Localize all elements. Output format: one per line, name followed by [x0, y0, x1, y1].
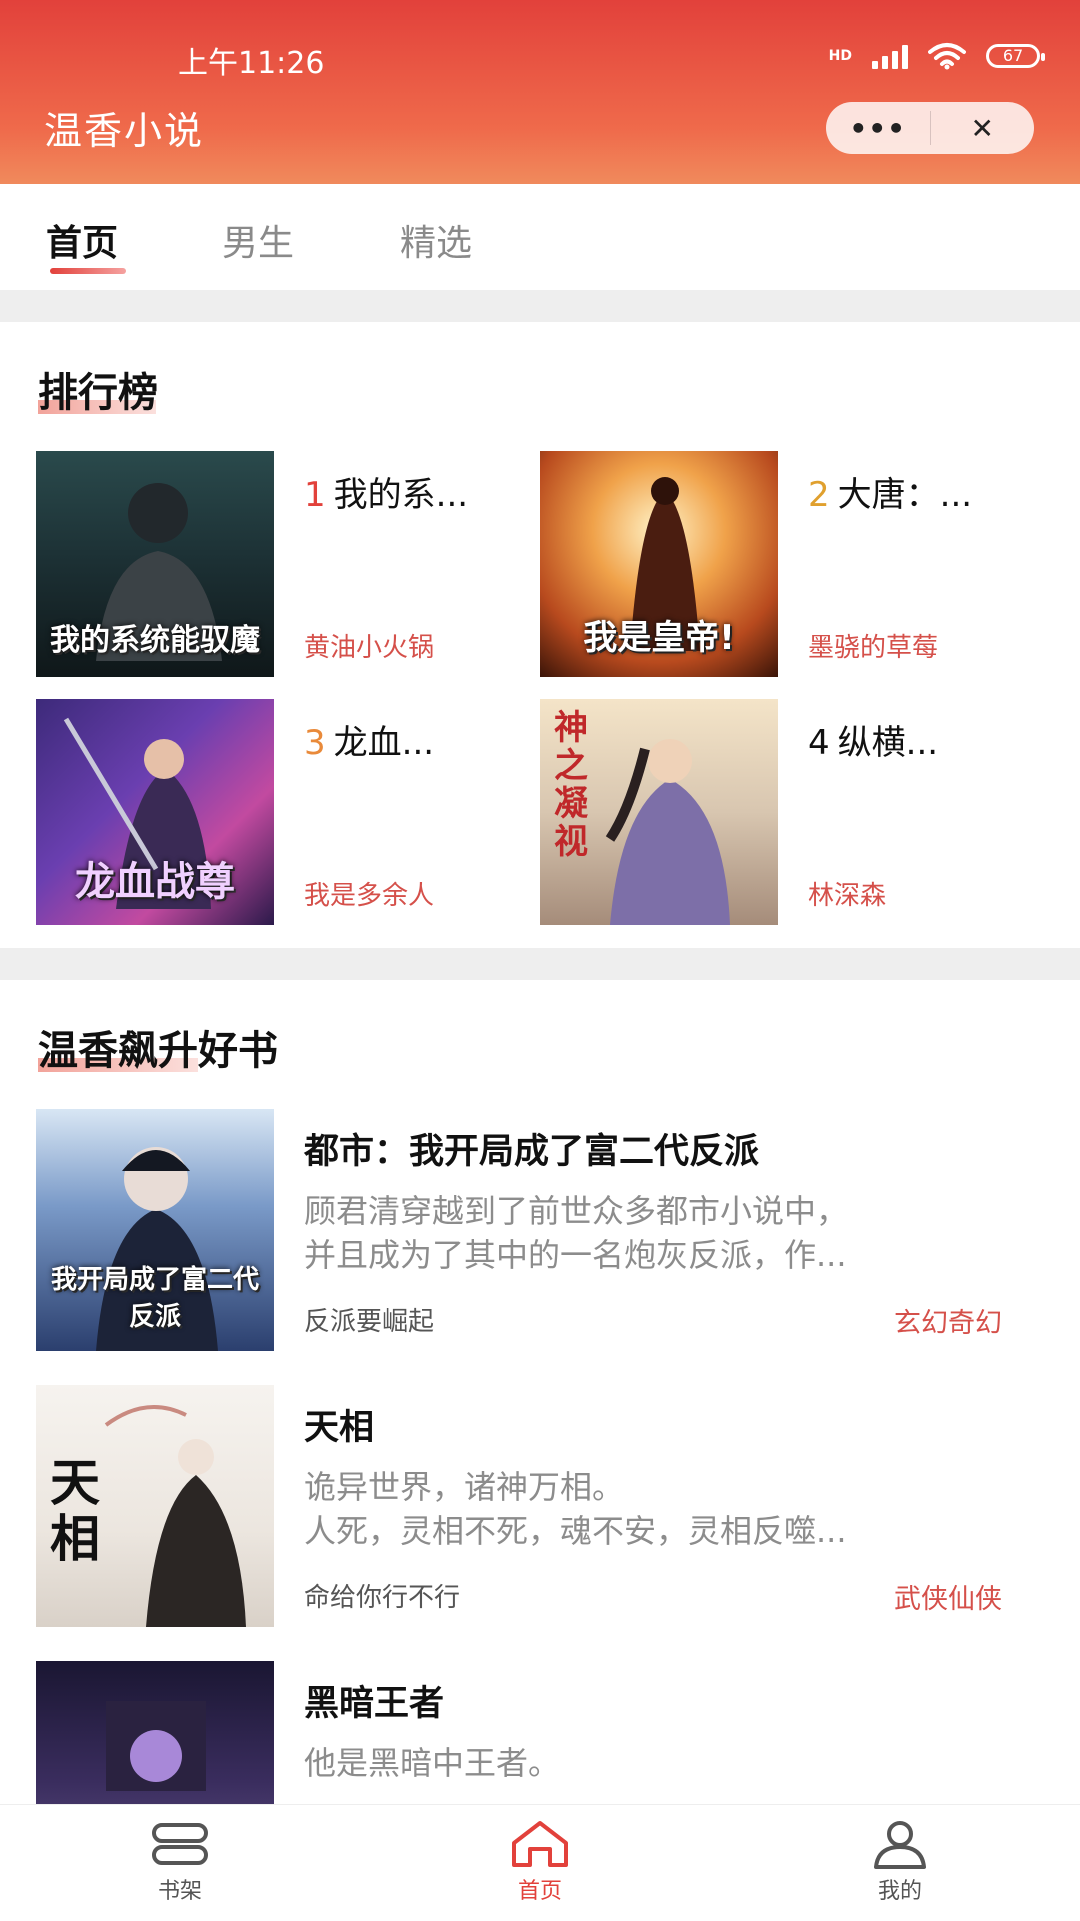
section-divider	[0, 948, 1080, 980]
book-author: 命给你行不行	[304, 1583, 461, 1613]
rising-title: 温香飙升好书	[38, 1028, 278, 1074]
status-icons: HD 67	[828, 42, 1045, 70]
tab-bar: 首页 男生 精选	[0, 184, 1080, 290]
book-title: 黑暗王者	[304, 1684, 445, 1724]
nav-label: 我的	[877, 1879, 922, 1904]
active-tab-indicator	[50, 268, 126, 274]
book-genre: 玄幻奇幻	[894, 1308, 1002, 1339]
user-icon	[874, 1821, 926, 1869]
rank-title: 4 纵横...	[808, 723, 939, 763]
book-description: 顾君清穿越到了前世众多都市小说中， 并且成为了其中的一名炮灰反派，作...	[304, 1192, 849, 1274]
rank-title: 1 我的系...	[304, 475, 469, 515]
bottom-nav: 书架 首页 我的	[0, 1804, 1080, 1921]
nav-label: 首页	[517, 1879, 562, 1904]
nav-profile[interactable]: 我的	[830, 1819, 970, 1905]
rank-item-2[interactable]: 我是皇帝! 2 大唐：... 墨骁的草莓	[540, 451, 1040, 677]
cover-title: 我的系统能驭魔	[50, 623, 260, 658]
rank-title: 2 大唐：...	[808, 475, 973, 515]
rank-item-1[interactable]: 我的系统能驭魔 1 我的系... 黄油小火锅	[36, 451, 536, 677]
book-description: 诡异世界，诸神万相。 人死，灵相不死，魂不安，灵相反噬...	[304, 1468, 847, 1550]
section-divider	[0, 290, 1080, 322]
close-button[interactable]: ✕	[931, 102, 1035, 154]
nav-home[interactable]: 首页	[470, 1819, 610, 1905]
book-cover[interactable]	[36, 1661, 274, 1804]
nav-bookshelf[interactable]: 书架	[110, 1819, 250, 1905]
signal-icon	[872, 43, 908, 69]
rank-title: 3 龙血...	[304, 723, 435, 763]
cover-figure	[106, 1701, 206, 1791]
book-item[interactable]: 天相 天相 诡异世界，诸神万相。 人死，灵相不死，魂不安，灵相反噬... 命给你…	[36, 1385, 1046, 1629]
book-item[interactable]: 我开局成了富二代反派 都市：我开局成了富二代反派 顾君清穿越到了前世众多都市小说…	[36, 1109, 1046, 1353]
book-description: 他是黑暗中王者。	[304, 1744, 561, 1782]
cover-title: 我是皇帝!	[583, 618, 735, 658]
rank-author: 我是多余人	[304, 881, 435, 911]
home-icon	[512, 1821, 568, 1867]
cover-title: 神之凝视	[554, 708, 588, 862]
network-type: HD	[828, 48, 852, 64]
mini-program-capsule: ••• ✕	[826, 102, 1034, 154]
book-cover[interactable]: 龙血战尊	[36, 699, 274, 925]
nav-label: 书架	[157, 1879, 202, 1904]
tab-home[interactable]: 首页	[46, 214, 118, 266]
wifi-icon	[928, 43, 966, 70]
book-cover[interactable]: 神之凝视	[540, 699, 778, 925]
cover-title: 我开局成了富二代反派	[50, 1265, 259, 1332]
book-author: 反派要崛起	[304, 1307, 435, 1337]
status-time: 上午11:26	[178, 46, 325, 81]
book-cover[interactable]: 我的系统能驭魔	[36, 451, 274, 677]
rank-item-4[interactable]: 神之凝视 4 纵横... 林深森	[540, 699, 1040, 925]
more-button[interactable]: •••	[826, 102, 930, 154]
rank-item-3[interactable]: 龙血战尊 3 龙血... 我是多余人	[36, 699, 536, 925]
tab-selected[interactable]: 精选	[400, 214, 472, 266]
book-genre: 武侠仙侠	[894, 1584, 1002, 1615]
app-title: 温香小说	[44, 109, 205, 153]
book-cover[interactable]: 我开局成了富二代反派	[36, 1109, 274, 1351]
book-title: 天相	[304, 1408, 375, 1448]
book-cover[interactable]: 天相	[36, 1385, 274, 1627]
cover-title: 天相	[50, 1454, 100, 1568]
rank-author: 黄油小火锅	[304, 633, 435, 663]
tab-male[interactable]: 男生	[222, 214, 294, 266]
cover-title: 龙血战尊	[75, 859, 235, 905]
battery-icon: 67	[986, 44, 1045, 68]
book-item[interactable]: 黑暗王者 他是黑暗中王者。	[36, 1661, 1046, 1804]
ranking-title: 排行榜	[38, 370, 158, 416]
rank-author: 墨骁的草莓	[808, 633, 939, 663]
bookshelf-icon	[152, 1823, 208, 1865]
book-title: 都市：我开局成了富二代反派	[304, 1132, 760, 1172]
book-cover[interactable]: 我是皇帝!	[540, 451, 778, 677]
app-header: 上午11:26 HD 67 温香小说 ••• ✕	[0, 0, 1080, 184]
rank-author: 林深森	[808, 881, 887, 911]
